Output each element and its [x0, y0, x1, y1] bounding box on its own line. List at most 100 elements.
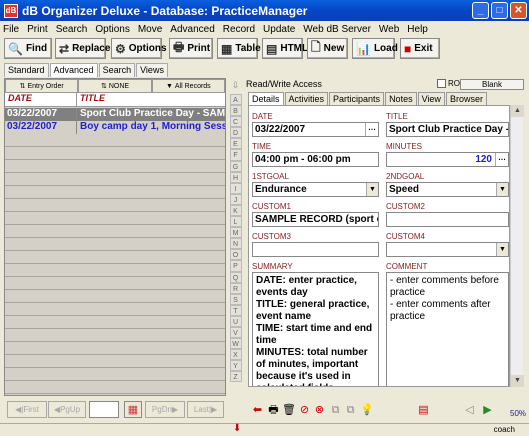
ro-toggle[interactable]: RO — [437, 79, 460, 88]
none-button[interactable]: ⇅ NONE — [78, 79, 152, 93]
table-button[interactable]: ▦ Table — [217, 38, 261, 59]
goal2-select[interactable]: Speed ▼ — [386, 182, 509, 197]
tab-notes[interactable]: Notes — [385, 92, 417, 105]
alpha-y[interactable]: Y — [229, 360, 242, 372]
menu-help[interactable]: Help — [407, 24, 428, 35]
tab-participants[interactable]: Participants — [329, 92, 385, 105]
new-button[interactable]: 🗋 New — [307, 38, 348, 59]
close-button[interactable]: ✕ — [510, 2, 527, 19]
tab-advanced[interactable]: Advanced — [49, 63, 98, 77]
alpha-o[interactable]: O — [229, 249, 242, 261]
duplicate-record-icon[interactable]: ⧉ — [343, 402, 358, 417]
alpha-a[interactable]: A — [229, 94, 242, 106]
alpha-x[interactable]: X — [229, 349, 242, 361]
menu-advanced[interactable]: Advanced — [170, 24, 214, 35]
minimize-button[interactable]: _ — [472, 2, 489, 19]
menu-file[interactable]: File — [3, 24, 19, 35]
alpha-b[interactable]: B — [229, 105, 242, 117]
alpha-d[interactable]: D — [229, 127, 242, 139]
replace-button[interactable]: ⇄ Replace — [55, 38, 110, 59]
chevron-down-icon[interactable]: ▼ — [496, 243, 508, 256]
alpha-q[interactable]: Q — [229, 271, 242, 283]
first-button[interactable]: ◀| First — [7, 401, 47, 418]
scroll-up-icon[interactable]: ▲ — [511, 105, 524, 117]
alpha-z[interactable]: Z — [229, 371, 242, 383]
delete-icon[interactable]: ⊗ — [312, 402, 327, 417]
alpha-w[interactable]: W — [229, 338, 242, 350]
tab-search[interactable]: Search — [98, 63, 136, 77]
tab-details[interactable]: Details — [248, 92, 284, 105]
ellipsis-button[interactable]: … — [495, 153, 508, 166]
table-row[interactable]: 03/22/2007 Sport Club Practice Day - SAM… — [5, 108, 225, 121]
alpha-e[interactable]: E — [229, 138, 242, 150]
next-record-icon[interactable]: ▶ — [480, 402, 495, 417]
menu-options[interactable]: Options — [95, 24, 129, 35]
alpha-k[interactable]: K — [229, 204, 242, 217]
alpha-l[interactable]: L — [229, 216, 242, 228]
menu-record[interactable]: Record — [223, 24, 255, 35]
pgup-button[interactable]: ◀ PgUp — [48, 401, 86, 418]
goal1-select[interactable]: Endurance ▼ — [252, 182, 379, 197]
time-field[interactable]: 04:00 pm - 06:00 pm — [252, 152, 379, 167]
tab-view[interactable]: View — [417, 92, 445, 105]
alpha-c[interactable]: C — [229, 116, 242, 128]
find-button[interactable]: 🔍 Find — [4, 38, 52, 59]
tab-activities[interactable]: Activities — [284, 92, 329, 105]
exit-button[interactable]: ■ Exit — [400, 38, 440, 59]
alpha-i[interactable]: I — [229, 182, 242, 194]
alpha-m[interactable]: M — [229, 227, 242, 239]
html-button[interactable]: ▤ HTML — [262, 38, 308, 59]
lightbulb-icon[interactable]: 💡 — [359, 402, 374, 417]
comment-textarea[interactable]: - enter comments before practice - enter… — [386, 272, 509, 386]
alpha-t[interactable]: T — [229, 304, 242, 316]
all-records-button[interactable]: ▼ All Records — [151, 79, 225, 93]
chevron-down-icon[interactable]: ▼ — [366, 183, 378, 196]
load-button[interactable]: 📊 Load — [352, 38, 398, 59]
ro-checkbox[interactable] — [437, 79, 446, 88]
last-button[interactable]: Last |▶ — [187, 401, 224, 418]
blank-button[interactable]: Blank — [460, 79, 524, 90]
title-field[interactable]: Sport Club Practice Day - SAMPLE — [386, 122, 509, 137]
minutes-field[interactable]: 120… — [386, 152, 509, 167]
alpha-n[interactable]: N — [229, 238, 242, 250]
alpha-u[interactable]: U — [229, 315, 242, 327]
menu-web[interactable]: Web — [379, 24, 399, 35]
grid-icon[interactable]: ▦ — [124, 401, 142, 418]
custom4-select[interactable]: ▼ — [386, 242, 509, 257]
date-field[interactable]: 03/22/2007… — [252, 122, 379, 137]
alpha-p[interactable]: P — [229, 260, 242, 272]
table-row[interactable]: 03/22/2007 Boy camp day 1, Morning Sessi… — [5, 121, 225, 134]
prev-record-icon[interactable]: ◁ — [462, 402, 477, 417]
alpha-r[interactable]: R — [229, 282, 242, 294]
chevron-down-icon[interactable]: ▼ — [496, 183, 508, 196]
custom3-field[interactable] — [252, 242, 379, 257]
alpha-g[interactable]: G — [229, 160, 242, 172]
menu-web-db-server[interactable]: Web dB Server — [303, 24, 371, 35]
scroll-down-icon[interactable]: ▼ — [511, 375, 524, 387]
copy-record-icon[interactable]: ⧉ — [328, 402, 343, 417]
alpha-h[interactable]: H — [229, 171, 242, 183]
menu-update[interactable]: Update — [263, 24, 295, 35]
tab-browser[interactable]: Browser — [445, 92, 487, 105]
custom2-field[interactable] — [386, 212, 509, 227]
column-header-date[interactable]: DATE — [5, 93, 77, 106]
options-button[interactable]: ⚙ Options — [111, 38, 167, 59]
undo-icon[interactable]: ⊘ — [297, 402, 312, 417]
column-header-title[interactable]: TITLE — [77, 93, 105, 106]
alpha-f[interactable]: F — [229, 149, 242, 161]
entry-order-button[interactable]: ⇅ Entry Order — [5, 79, 79, 93]
alpha-v[interactable]: V — [229, 326, 242, 339]
alpha-j[interactable]: J — [229, 193, 242, 205]
page-input[interactable] — [89, 401, 119, 418]
tab-views[interactable]: Views — [136, 63, 168, 77]
form-scrollbar[interactable]: ▲ ▼ — [510, 105, 524, 387]
report-icon[interactable]: ▤ — [416, 402, 431, 417]
menu-move[interactable]: Move — [138, 24, 162, 35]
pgdn-button[interactable]: PgDn ▶ — [145, 401, 185, 418]
maximize-button[interactable]: □ — [491, 2, 508, 19]
menu-print[interactable]: Print — [27, 24, 48, 35]
ellipsis-button[interactable]: … — [365, 123, 378, 136]
trash-icon[interactable]: 🗑 — [281, 402, 296, 417]
custom1-field[interactable]: SAMPLE RECORD (sport club) — [252, 212, 379, 227]
tab-standard[interactable]: Standard — [4, 63, 49, 77]
